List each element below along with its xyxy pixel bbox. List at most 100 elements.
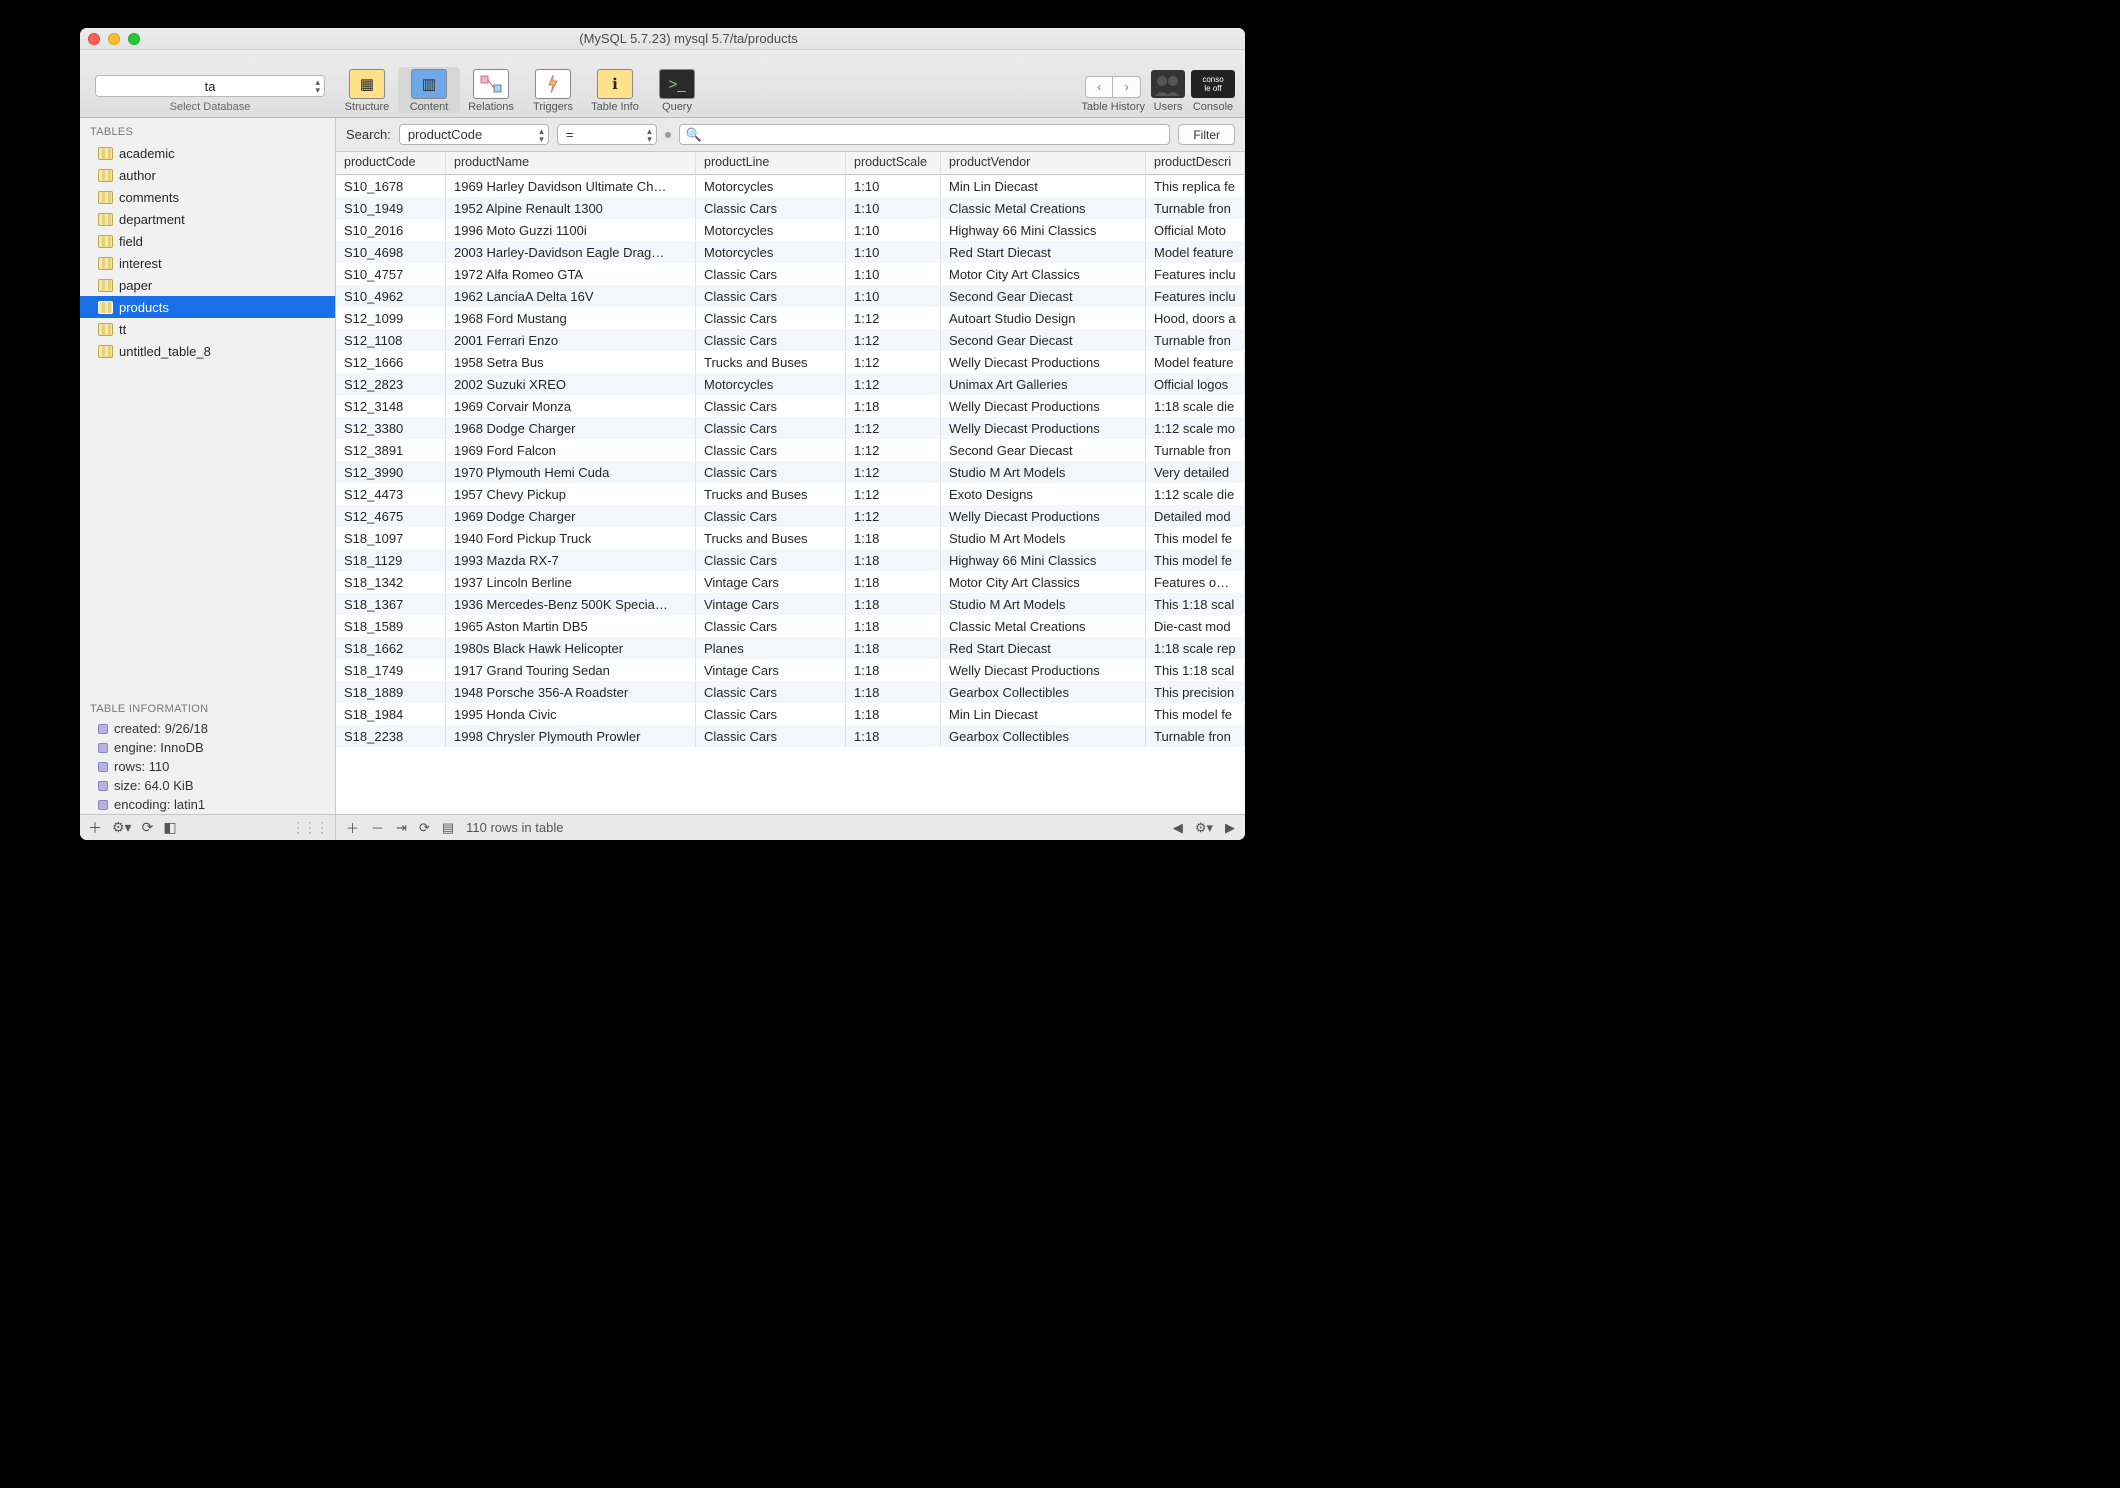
cell[interactable]: Min Lin Diecast [941, 176, 1146, 197]
cell[interactable]: S18_1662 [336, 638, 446, 659]
cell[interactable]: Welly Diecast Productions [941, 396, 1146, 417]
cell[interactable]: 1:12 [846, 308, 941, 329]
col-productVendor[interactable]: productVendor [941, 152, 1146, 174]
cell[interactable]: Motorcycles [696, 176, 846, 197]
structure-tab[interactable]: ▦ Structure [336, 67, 398, 113]
table-row[interactable]: S12_38911969 Ford FalconClassic Cars1:12… [336, 439, 1245, 461]
cell[interactable]: 1965 Aston Martin DB5 [446, 616, 696, 637]
cell[interactable]: 1:10 [846, 176, 941, 197]
cell[interactable]: S10_4757 [336, 264, 446, 285]
next-page-button[interactable]: ▶ [1225, 820, 1235, 836]
cell[interactable]: Classic Cars [696, 682, 846, 703]
history-back-button[interactable]: ‹ [1085, 76, 1113, 98]
cell[interactable]: 1:18 scale rep [1146, 638, 1245, 659]
cell[interactable]: Model feature [1146, 242, 1245, 263]
cell[interactable]: Detailed mod [1146, 506, 1245, 527]
table-row[interactable]: S10_19491952 Alpine Renault 1300Classic … [336, 197, 1245, 219]
cell[interactable]: S12_3891 [336, 440, 446, 461]
cell[interactable]: Second Gear Diecast [941, 330, 1146, 351]
cell[interactable]: Turnable fron [1146, 330, 1245, 351]
cell[interactable]: Features inclu [1146, 264, 1245, 285]
cell[interactable]: S12_3148 [336, 396, 446, 417]
cell[interactable]: 1957 Chevy Pickup [446, 484, 696, 505]
cell[interactable]: 1995 Honda Civic [446, 704, 696, 725]
cell[interactable]: S18_1589 [336, 616, 446, 637]
cell[interactable]: 1993 Mazda RX-7 [446, 550, 696, 571]
cell[interactable]: Planes [696, 638, 846, 659]
cell[interactable]: 1:12 [846, 462, 941, 483]
cell[interactable]: This 1:18 scal [1146, 594, 1245, 615]
cell[interactable]: 1969 Ford Falcon [446, 440, 696, 461]
cell[interactable]: S18_1367 [336, 594, 446, 615]
cell[interactable]: Classic Cars [696, 440, 846, 461]
cell[interactable]: S10_2016 [336, 220, 446, 241]
cell[interactable]: Classic Metal Creations [941, 616, 1146, 637]
cell[interactable]: Classic Cars [696, 330, 846, 351]
table-row[interactable]: S10_20161996 Moto Guzzi 1100iMotorcycles… [336, 219, 1245, 241]
cell[interactable]: Welly Diecast Productions [941, 352, 1146, 373]
cell[interactable]: Motorcycles [696, 220, 846, 241]
table-row[interactable]: S10_49621962 LanciaA Delta 16VClassic Ca… [336, 285, 1245, 307]
cell[interactable]: Turnable fron [1146, 198, 1245, 219]
cell[interactable]: Classic Cars [696, 418, 846, 439]
cell[interactable]: Trucks and Buses [696, 484, 846, 505]
cell[interactable]: Highway 66 Mini Classics [941, 220, 1146, 241]
cell[interactable]: This model fe [1146, 550, 1245, 571]
relations-tab[interactable]: Relations [460, 67, 522, 113]
search-field-select[interactable]: productCode ▴▾ [399, 124, 549, 145]
col-productLine[interactable]: productLine [696, 152, 846, 174]
cell[interactable]: 1:18 scale die [1146, 396, 1245, 417]
cell[interactable]: S12_3990 [336, 462, 446, 483]
cell[interactable]: 1962 LanciaA Delta 16V [446, 286, 696, 307]
table-row[interactable]: S10_47571972 Alfa Romeo GTAClassic Cars1… [336, 263, 1245, 285]
sidebar-item-products[interactable]: products [80, 296, 335, 318]
cell[interactable]: 1:10 [846, 242, 941, 263]
cell[interactable]: Classic Cars [696, 704, 846, 725]
cell[interactable]: 1969 Dodge Charger [446, 506, 696, 527]
cell[interactable]: This 1:18 scal [1146, 660, 1245, 681]
cell[interactable]: 1998 Chrysler Plymouth Prowler [446, 726, 696, 747]
query-tab[interactable]: >_ Query [646, 67, 708, 113]
cell[interactable]: Welly Diecast Productions [941, 506, 1146, 527]
table-row[interactable]: S18_13671936 Mercedes-Benz 500K Specia…V… [336, 593, 1245, 615]
duplicate-row-button[interactable]: ⇥ [396, 820, 407, 836]
gear-button[interactable]: ⚙︎▾ [1195, 820, 1213, 836]
cell[interactable]: 1940 Ford Pickup Truck [446, 528, 696, 549]
cell[interactable]: 1:12 [846, 374, 941, 395]
cell[interactable]: Classic Cars [696, 506, 846, 527]
cell[interactable]: Gearbox Collectibles [941, 682, 1146, 703]
cell[interactable]: Studio M Art Models [941, 594, 1146, 615]
console-button[interactable]: conso le off Console [1191, 70, 1235, 113]
cell[interactable]: Turnable fron [1146, 726, 1245, 747]
cell[interactable]: Studio M Art Models [941, 462, 1146, 483]
cell[interactable]: 1952 Alpine Renault 1300 [446, 198, 696, 219]
resize-grip-icon[interactable]: ⋮⋮⋮ [291, 819, 327, 836]
cell[interactable]: Classic Cars [696, 726, 846, 747]
columns-button[interactable]: ▤ [442, 820, 454, 836]
sidebar-item-untitled_table_8[interactable]: untitled_table_8 [80, 340, 335, 362]
cell[interactable]: 1968 Dodge Charger [446, 418, 696, 439]
cell[interactable]: Official logos [1146, 374, 1245, 395]
cell[interactable]: S18_1097 [336, 528, 446, 549]
cell[interactable]: Classic Cars [696, 308, 846, 329]
cell[interactable]: Second Gear Diecast [941, 286, 1146, 307]
cell[interactable]: This precision [1146, 682, 1245, 703]
table-row[interactable]: S18_10971940 Ford Pickup TruckTrucks and… [336, 527, 1245, 549]
add-row-button[interactable]: ＋ [346, 818, 359, 837]
zoom-window-button[interactable] [128, 33, 140, 45]
cell[interactable]: S12_2823 [336, 374, 446, 395]
table-info-tab[interactable]: ℹ︎ Table Info [584, 67, 646, 113]
col-productName[interactable]: productName [446, 152, 696, 174]
cell[interactable]: 1936 Mercedes-Benz 500K Specia… [446, 594, 696, 615]
col-productDescription[interactable]: productDescri [1146, 152, 1245, 174]
gear-menu-button[interactable]: ⚙︎▾ [112, 819, 132, 836]
users-button[interactable]: Users [1151, 70, 1185, 113]
cell[interactable]: 1:18 [846, 682, 941, 703]
cell[interactable]: Features inclu [1146, 286, 1245, 307]
cell[interactable]: 1:10 [846, 264, 941, 285]
table-row[interactable]: S10_46982003 Harley-Davidson Eagle Drag…… [336, 241, 1245, 263]
cell[interactable]: S12_4473 [336, 484, 446, 505]
col-productScale[interactable]: productScale [846, 152, 941, 174]
table-row[interactable]: S18_18891948 Porsche 356-A RoadsterClass… [336, 681, 1245, 703]
col-productCode[interactable]: productCode [336, 152, 446, 174]
